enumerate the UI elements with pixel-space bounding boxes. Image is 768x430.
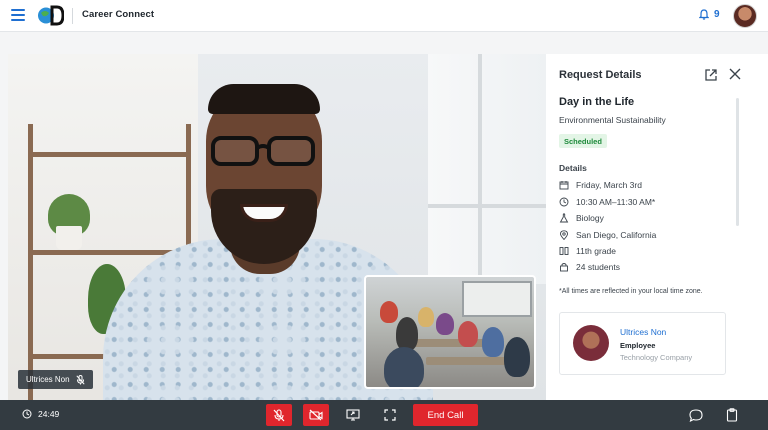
detail-students-text: 24 students	[576, 262, 620, 272]
calendar-icon	[559, 181, 569, 190]
detail-time: 10:30 AM–11:30 AM*	[559, 197, 655, 207]
detail-date-text: Friday, March 3rd	[576, 180, 642, 190]
panel-scrollbar[interactable]	[736, 98, 739, 226]
mic-off-icon	[273, 408, 285, 421]
notifications-button[interactable]: 9	[699, 9, 720, 20]
external-link-icon[interactable]	[704, 68, 718, 82]
share-screen-button[interactable]	[340, 404, 366, 426]
detail-location-text: San Diego, California	[576, 230, 657, 240]
student	[458, 321, 478, 347]
top-bar: Career Connect 9	[0, 0, 768, 32]
student	[384, 347, 424, 387]
detail-subject-text: Biology	[576, 213, 604, 223]
contact-card[interactable]: Ultrices Non Employee Technology Company	[559, 312, 726, 375]
fullscreen-button[interactable]	[377, 404, 403, 426]
app-title: Career Connect	[82, 9, 155, 20]
whiteboard	[462, 281, 532, 317]
student	[380, 301, 398, 323]
mute-mic-button[interactable]	[266, 404, 292, 426]
panel-title: Request Details	[559, 69, 642, 81]
status-badge: Scheduled	[559, 134, 607, 148]
location-pin-icon	[560, 230, 568, 240]
bell-icon	[699, 9, 709, 20]
call-timer: 24:49	[22, 409, 59, 419]
student	[396, 317, 418, 351]
close-icon[interactable]	[729, 68, 741, 80]
detail-date: Friday, March 3rd	[559, 180, 642, 190]
call-control-bar: 24:49 End Call	[0, 400, 768, 430]
event-title: Day in the Life	[559, 96, 635, 108]
contact-name[interactable]: Ultrices Non	[620, 327, 666, 337]
student	[436, 313, 454, 335]
contact-avatar	[573, 325, 609, 361]
glasses-icon	[211, 136, 315, 166]
student	[482, 327, 504, 357]
notes-button[interactable]	[719, 404, 745, 426]
timezone-note: *All times are reflected in your local t…	[559, 288, 703, 295]
fullscreen-icon	[384, 409, 396, 421]
logo-icon	[38, 5, 64, 26]
details-heading: Details	[559, 163, 587, 173]
clipboard-icon	[726, 408, 738, 422]
self-view-video[interactable]	[364, 275, 536, 389]
mic-muted-icon	[76, 374, 85, 385]
request-details-panel: Request Details Day in the Life Environm…	[546, 54, 768, 400]
event-subtitle: Environmental Sustainability	[559, 115, 666, 125]
user-avatar[interactable]	[733, 4, 757, 28]
window	[428, 54, 546, 284]
student	[418, 307, 434, 327]
chat-button[interactable]	[683, 404, 709, 426]
chat-icon	[689, 408, 703, 422]
contact-role: Employee	[620, 341, 656, 350]
header-divider	[72, 8, 73, 24]
student	[504, 337, 530, 377]
notification-count: 9	[714, 9, 720, 20]
participant-name: Ultrices Non	[26, 375, 70, 384]
clock-icon	[559, 197, 569, 207]
grade-icon	[559, 247, 569, 255]
detail-time-text: 10:30 AM–11:30 AM*	[576, 197, 656, 207]
menu-icon[interactable]	[11, 9, 25, 21]
detail-subject: Biology	[559, 213, 604, 223]
flask-icon	[559, 213, 569, 223]
call-timer-text: 24:49	[38, 409, 60, 419]
camera-off-icon	[309, 409, 323, 421]
screen-share-icon	[346, 409, 360, 421]
contact-company: Technology Company	[620, 353, 693, 362]
window-frame	[428, 204, 546, 208]
window-frame	[478, 54, 482, 284]
main-video: Ultrices Non	[8, 54, 546, 400]
shelf	[28, 152, 191, 157]
plant-pot	[56, 226, 82, 250]
end-call-button[interactable]: End Call	[413, 404, 478, 426]
students-icon	[560, 263, 568, 272]
person-hair	[208, 84, 320, 114]
detail-students: 24 students	[559, 262, 620, 272]
detail-location: San Diego, California	[559, 230, 656, 240]
detail-grade: 11th grade	[559, 246, 616, 256]
detail-grade-text: 11th grade	[576, 246, 617, 256]
clock-icon	[22, 409, 32, 419]
participant-name-tag: Ultrices Non	[18, 370, 93, 389]
camera-off-button[interactable]	[303, 404, 329, 426]
